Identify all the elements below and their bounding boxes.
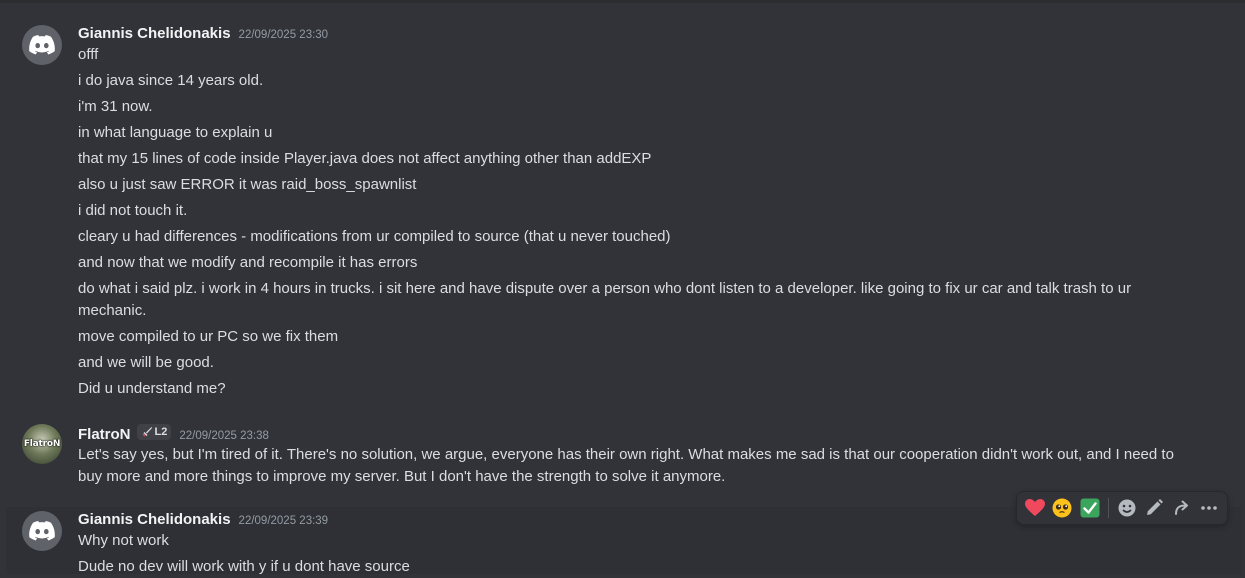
- message-text: that my 15 lines of code inside Player.j…: [78, 150, 652, 167]
- check-mark-emoji-icon: [1080, 498, 1100, 518]
- message-text: Dude no dev will work with y if u dont h…: [78, 558, 410, 575]
- forward-button[interactable]: [1168, 494, 1196, 522]
- message-text: i did not touch it.: [78, 202, 188, 219]
- message-header: FlatroN L2 22/09/2025 23:38: [78, 424, 269, 443]
- message-text: i'm 31 now.: [78, 98, 153, 115]
- toolbar-divider: [1107, 498, 1109, 518]
- message-text: do what i said plz. i work in 4 hours in…: [78, 280, 1132, 319]
- avatar[interactable]: [22, 25, 62, 65]
- guild-tag-label: L2: [154, 426, 168, 438]
- username[interactable]: Giannis Chelidonakis: [78, 25, 231, 42]
- message-text: Did u understand me?: [78, 380, 226, 397]
- message-text: cleary u had differences - modifications…: [78, 228, 671, 245]
- reaction-check-button[interactable]: [1076, 494, 1104, 522]
- discord-logo-icon: [29, 35, 55, 55]
- forward-icon: [1174, 500, 1188, 515]
- message-group: FlatroN FlatroN L2 22/09/2025 23:38 Let'…: [0, 424, 1245, 494]
- add-reaction-icon: [1118, 499, 1135, 517]
- more-options-button[interactable]: [1195, 494, 1223, 522]
- message-actions-toolbar: [1016, 491, 1228, 525]
- message-text: and we will be good.: [78, 354, 214, 371]
- pleading-face-emoji-icon: [1052, 498, 1072, 518]
- edit-button[interactable]: [1140, 494, 1168, 522]
- avatar[interactable]: [22, 511, 62, 551]
- timestamp[interactable]: 22/09/2025 23:38: [179, 430, 269, 442]
- sword-icon: [142, 427, 152, 437]
- guild-tag[interactable]: L2: [136, 424, 172, 440]
- message-text: Why not work: [78, 532, 169, 549]
- reaction-pleading-button[interactable]: [1049, 494, 1077, 522]
- message-text: offf: [78, 46, 99, 63]
- message-text: in what language to explain u: [78, 124, 273, 141]
- more-icon: [1201, 506, 1218, 510]
- timestamp[interactable]: 22/09/2025 23:39: [239, 515, 329, 527]
- top-edge: [0, 0, 1245, 3]
- username[interactable]: Giannis Chelidonakis: [78, 511, 231, 528]
- message-text: also u just saw ERROR it was raid_boss_s…: [78, 176, 417, 193]
- message-text: and now that we modify and recompile it …: [78, 254, 418, 271]
- message-header: Giannis Chelidonakis 22/09/2025 23:39: [78, 511, 328, 528]
- message-header: Giannis Chelidonakis 22/09/2025 23:30: [78, 25, 328, 42]
- discord-logo-icon: [29, 521, 55, 541]
- message-text: i do java since 14 years old.: [78, 72, 264, 89]
- username[interactable]: FlatroN: [78, 426, 131, 443]
- avatar-label: FlatroN: [23, 439, 61, 449]
- avatar[interactable]: FlatroN: [22, 424, 62, 464]
- message-group: Giannis Chelidonakis 22/09/2025 23:30 of…: [0, 24, 1245, 404]
- reaction-heart-button[interactable]: [1021, 494, 1049, 522]
- message-text: Let's say yes, but I'm tired of it. Ther…: [78, 446, 1174, 485]
- edit-icon: [1147, 499, 1164, 515]
- message-text: move compiled to ur PC so we fix them: [78, 328, 339, 345]
- timestamp[interactable]: 22/09/2025 23:30: [239, 29, 329, 41]
- add-reaction-button[interactable]: [1113, 494, 1141, 522]
- heart-emoji-icon: [1024, 499, 1045, 516]
